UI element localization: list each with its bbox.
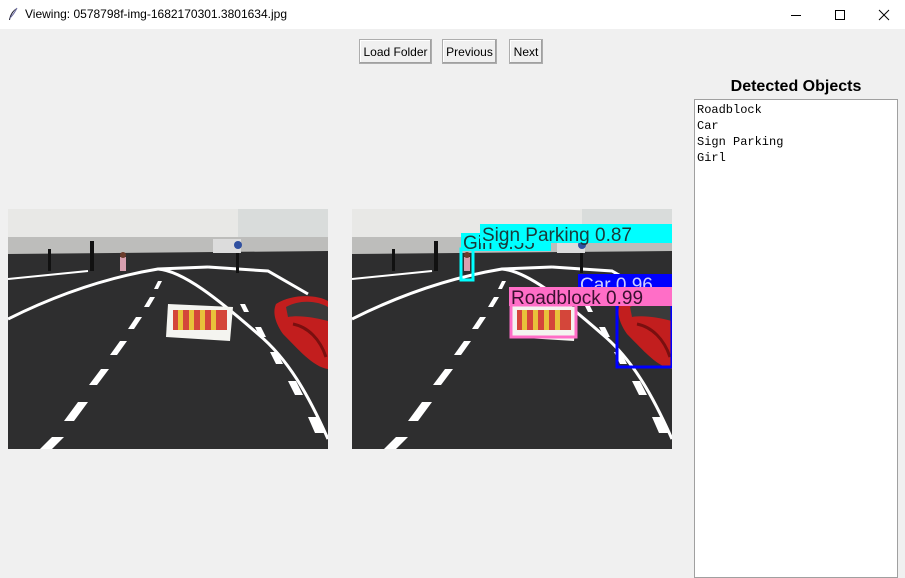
minimize-button[interactable] [773,0,819,29]
detected-objects-title: Detected Objects [730,78,862,95]
label-sign-parking: Sign Parking 0.87 [482,225,632,246]
list-item[interactable]: Car [697,118,897,134]
load-folder-button[interactable]: Load Folder [359,39,432,64]
detection-sign-parking: Sign Parking 0.87 [480,224,672,246]
list-item[interactable]: Roadblock [697,102,897,118]
close-button[interactable] [861,0,905,29]
maximize-icon [835,9,845,20]
next-button[interactable]: Next [509,39,543,64]
minimize-icon [791,14,801,16]
list-item[interactable]: Girl [697,150,897,166]
original-image [8,209,328,449]
window-title: Viewing: 0578798f-img-1682170301.3801634… [25,7,287,21]
detected-objects-list[interactable]: Roadblock Car Sign Parking Girl [694,99,898,578]
title-bar: Viewing: 0578798f-img-1682170301.3801634… [0,0,905,29]
annotated-image: Girl 0.55 Sign Parking 0.87 Car 0.96 Roa… [352,209,672,449]
previous-button[interactable]: Previous [442,39,497,64]
maximize-button[interactable] [817,0,863,29]
close-icon [878,9,890,20]
list-item[interactable]: Sign Parking [697,134,897,150]
feather-icon [9,7,18,20]
label-roadblock: Roadblock 0.99 [511,288,643,309]
